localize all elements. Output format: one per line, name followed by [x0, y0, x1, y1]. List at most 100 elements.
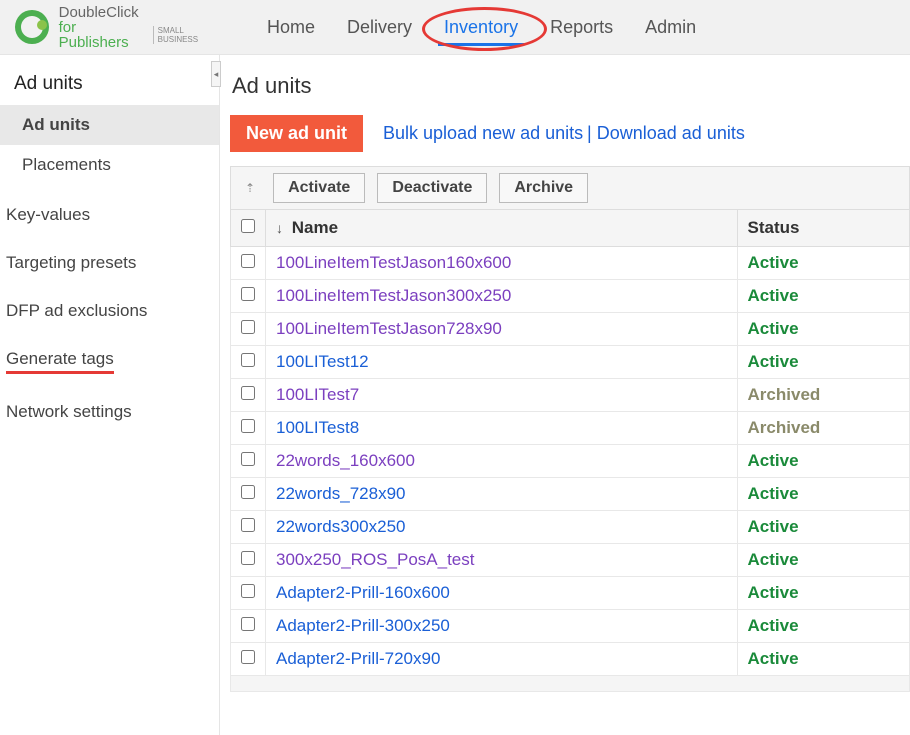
nav-home[interactable]: Home [265, 3, 317, 52]
row-name-cell: 100LineItemTestJason728x90 [266, 313, 738, 346]
link-separator: | [587, 123, 597, 143]
col-header-status[interactable]: Status [737, 210, 909, 247]
nav-admin[interactable]: Admin [643, 3, 698, 52]
table-row: 22words300x250Active [231, 511, 910, 544]
row-status-cell: Active [737, 478, 909, 511]
row-status-cell: Archived [737, 412, 909, 445]
ad-unit-link[interactable]: 100LineItemTestJason728x90 [276, 319, 502, 338]
sidebar-item-targeting-presets[interactable]: Targeting presets [0, 233, 219, 281]
row-checkbox-cell [231, 346, 266, 379]
ad-unit-link[interactable]: 100LineItemTestJason300x250 [276, 286, 511, 305]
sidebar-item-placements[interactable]: Placements [0, 145, 219, 185]
row-name-cell: Adapter2-Prill-160x600 [266, 577, 738, 610]
nav-inventory[interactable]: Inventory [442, 3, 520, 52]
status-badge: Active [748, 649, 799, 668]
ad-unit-link[interactable]: 300x250_ROS_PosA_test [276, 550, 474, 569]
logo-text: DoubleClick for Publishers SMALL BUSINES… [59, 5, 225, 50]
row-status-cell: Active [737, 247, 909, 280]
row-checkbox[interactable] [241, 419, 255, 433]
row-name-cell: 22words300x250 [266, 511, 738, 544]
ad-unit-link[interactable]: 22words_160x600 [276, 451, 415, 470]
row-name-cell: Adapter2-Prill-300x250 [266, 610, 738, 643]
col-header-name[interactable]: ↓ Name [266, 210, 738, 247]
row-checkbox-cell [231, 412, 266, 445]
status-badge: Active [748, 253, 799, 272]
row-status-cell: Active [737, 280, 909, 313]
ad-unit-link[interactable]: Adapter2-Prill-160x600 [276, 583, 450, 602]
select-all-checkbox[interactable] [241, 219, 255, 233]
status-badge: Active [748, 451, 799, 470]
row-checkbox[interactable] [241, 452, 255, 466]
sidebar-item-dfp-ad-exclusions[interactable]: DFP ad exclusions [0, 281, 219, 329]
row-checkbox[interactable] [241, 353, 255, 367]
table-row: 300x250_ROS_PosA_test Active [231, 544, 910, 577]
status-badge: Active [748, 286, 799, 305]
row-checkbox[interactable] [241, 320, 255, 334]
sidebar-section-title: Ad units [0, 55, 219, 105]
main-area: ◂ Ad units Ad units Placements Key-value… [0, 55, 910, 735]
row-checkbox[interactable] [241, 551, 255, 565]
row-checkbox-cell [231, 610, 266, 643]
ad-unit-link[interactable]: 22words_728x90 [276, 484, 405, 503]
nav-delivery[interactable]: Delivery [345, 3, 414, 52]
ad-unit-link[interactable]: 100LITest8 [276, 418, 359, 437]
row-checkbox-cell [231, 313, 266, 346]
activate-button[interactable]: Activate [273, 173, 365, 203]
row-checkbox[interactable] [241, 254, 255, 268]
ad-unit-link[interactable]: 100LITest12 [276, 352, 369, 371]
status-badge: Active [748, 484, 799, 503]
toolbar-handle-icon: ⇡ [239, 181, 261, 195]
row-checkbox-cell [231, 643, 266, 676]
sidebar-item-network-settings[interactable]: Network settings [0, 382, 219, 430]
row-name-cell: 100LITest12 [266, 346, 738, 379]
sidebar: ◂ Ad units Ad units Placements Key-value… [0, 55, 220, 735]
bulk-links: Bulk upload new ad units | Download ad u… [383, 123, 745, 144]
row-name-cell: 100LITest7 [266, 379, 738, 412]
logo-line2: for Publishers [59, 20, 149, 50]
row-name-cell: 22words_728x90 [266, 478, 738, 511]
status-badge: Active [748, 550, 799, 569]
table-row: Adapter2-Prill-160x600 Active [231, 577, 910, 610]
row-name-cell: 300x250_ROS_PosA_test [266, 544, 738, 577]
bulk-upload-link[interactable]: Bulk upload new ad units [383, 123, 583, 143]
sidebar-item-generate-tags[interactable]: Generate tags [0, 329, 219, 382]
deactivate-button[interactable]: Deactivate [377, 173, 487, 203]
table-row: Adapter2-Prill-720x90 Active [231, 643, 910, 676]
row-name-cell: 22words_160x600 [266, 445, 738, 478]
row-checkbox[interactable] [241, 386, 255, 400]
sidebar-item-ad-units[interactable]: Ad units [0, 105, 219, 145]
status-badge: Active [748, 319, 799, 338]
row-checkbox[interactable] [241, 485, 255, 499]
table-row: 100LineItemTestJason728x90 Active [231, 313, 910, 346]
row-checkbox-cell [231, 577, 266, 610]
table-header-row: ↓ Name Status [231, 210, 910, 247]
logo-sub: SMALL BUSINESS [153, 26, 225, 44]
logo-icon [15, 10, 49, 44]
sidebar-item-key-values[interactable]: Key-values [0, 185, 219, 233]
row-checkbox[interactable] [241, 287, 255, 301]
logo-line1: DoubleClick [59, 5, 225, 20]
row-status-cell: Active [737, 313, 909, 346]
nav-reports[interactable]: Reports [548, 3, 615, 52]
ad-unit-link[interactable]: Adapter2-Prill-720x90 [276, 649, 440, 668]
row-checkbox[interactable] [241, 584, 255, 598]
sidebar-collapse-icon[interactable]: ◂ [211, 61, 221, 87]
sidebar-item-generate-tags-label: Generate tags [6, 349, 114, 374]
status-badge: Active [748, 583, 799, 602]
ad-unit-link[interactable]: Adapter2-Prill-300x250 [276, 616, 450, 635]
ad-unit-link[interactable]: 100LITest7 [276, 385, 359, 404]
row-checkbox[interactable] [241, 518, 255, 532]
archive-button[interactable]: Archive [499, 173, 588, 203]
row-checkbox[interactable] [241, 650, 255, 664]
new-ad-unit-button[interactable]: New ad unit [230, 115, 363, 152]
status-badge: Active [748, 616, 799, 635]
status-badge: Archived [748, 418, 821, 437]
row-name-cell: Adapter2-Prill-720x90 [266, 643, 738, 676]
ad-unit-link[interactable]: 22words300x250 [276, 517, 405, 536]
sort-down-icon: ↓ [276, 220, 283, 236]
bulk-toolbar: ⇡ Activate Deactivate Archive [230, 166, 910, 209]
page-title: Ad units [230, 63, 910, 115]
download-link[interactable]: Download ad units [597, 123, 745, 143]
row-checkbox[interactable] [241, 617, 255, 631]
ad-unit-link[interactable]: 100LineItemTestJason160x600 [276, 253, 511, 272]
